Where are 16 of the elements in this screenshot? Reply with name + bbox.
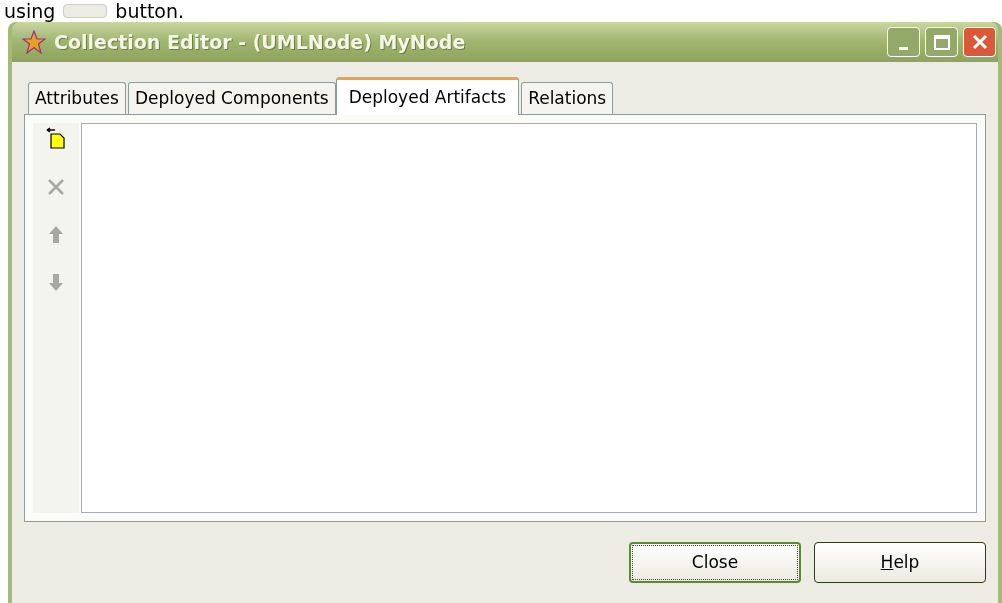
dialog-button[interactable]: Help bbox=[814, 542, 986, 583]
minimize-button[interactable] bbox=[887, 27, 920, 57]
tab[interactable]: Attributes bbox=[28, 82, 126, 114]
caption-text: using bbox=[4, 1, 56, 21]
dialog-button[interactable]: Close bbox=[629, 542, 801, 583]
new-page-icon[interactable] bbox=[44, 126, 68, 150]
tab[interactable]: Relations bbox=[521, 82, 614, 114]
caption-text: button. bbox=[115, 1, 185, 21]
maximize-button[interactable] bbox=[925, 27, 958, 57]
close-window-button[interactable] bbox=[963, 27, 996, 57]
star-icon bbox=[22, 30, 46, 54]
close-icon bbox=[970, 33, 989, 51]
window-title: Collection Editor - (UMLNode) MyNode bbox=[54, 29, 466, 55]
tab[interactable]: Deployed Artifacts bbox=[335, 77, 520, 115]
button-thumbnail-icon bbox=[63, 4, 108, 18]
tab[interactable]: Deployed Components bbox=[127, 82, 336, 114]
